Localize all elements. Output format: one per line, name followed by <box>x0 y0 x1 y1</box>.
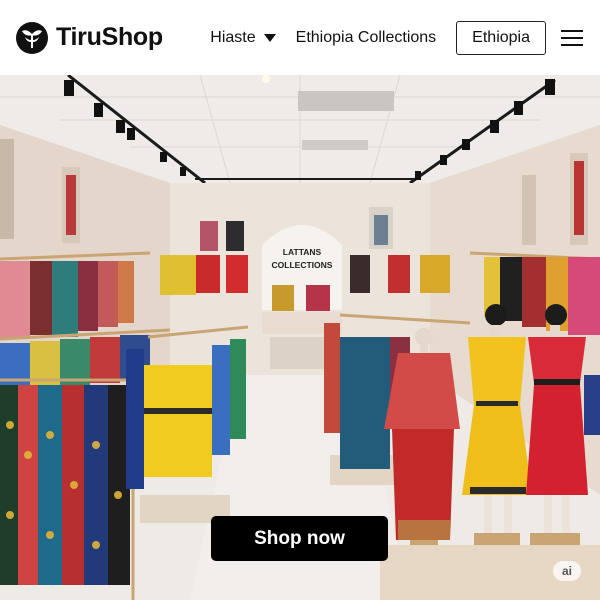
hamburger-menu-button[interactable] <box>560 26 584 50</box>
nav-item-label: Ethiopia Collections <box>295 28 437 46</box>
site-header: TiruShop Hiaste Ethiopia Collections Eth… <box>0 0 600 75</box>
hero-banner: LATTANS COLLECTIONS Shop now ai <box>0 75 600 600</box>
main-nav: Hiaste Ethiopia Collections Ethiopia <box>210 20 584 55</box>
store-sign-line2: COLLECTIONS <box>272 260 333 270</box>
country-selector-button[interactable]: Ethiopia <box>456 20 546 55</box>
nav-item-hiaste[interactable]: Hiaste <box>210 28 276 47</box>
brand-name: TiruShop <box>56 23 163 51</box>
store-sign-line1: LATTANS <box>283 247 322 257</box>
hamburger-menu-icon <box>561 29 583 46</box>
ai-generated-badge: ai <box>553 561 581 581</box>
nav-item-label: Hiaste <box>210 28 256 46</box>
brand-logo-link[interactable]: TiruShop <box>16 21 163 54</box>
shop-now-button[interactable]: Shop now <box>211 516 388 561</box>
caret-down-icon <box>263 33 276 42</box>
tirushop-logo-icon <box>16 21 48 54</box>
nav-item-ethiopia-collections[interactable]: Ethiopia Collections <box>296 29 437 47</box>
